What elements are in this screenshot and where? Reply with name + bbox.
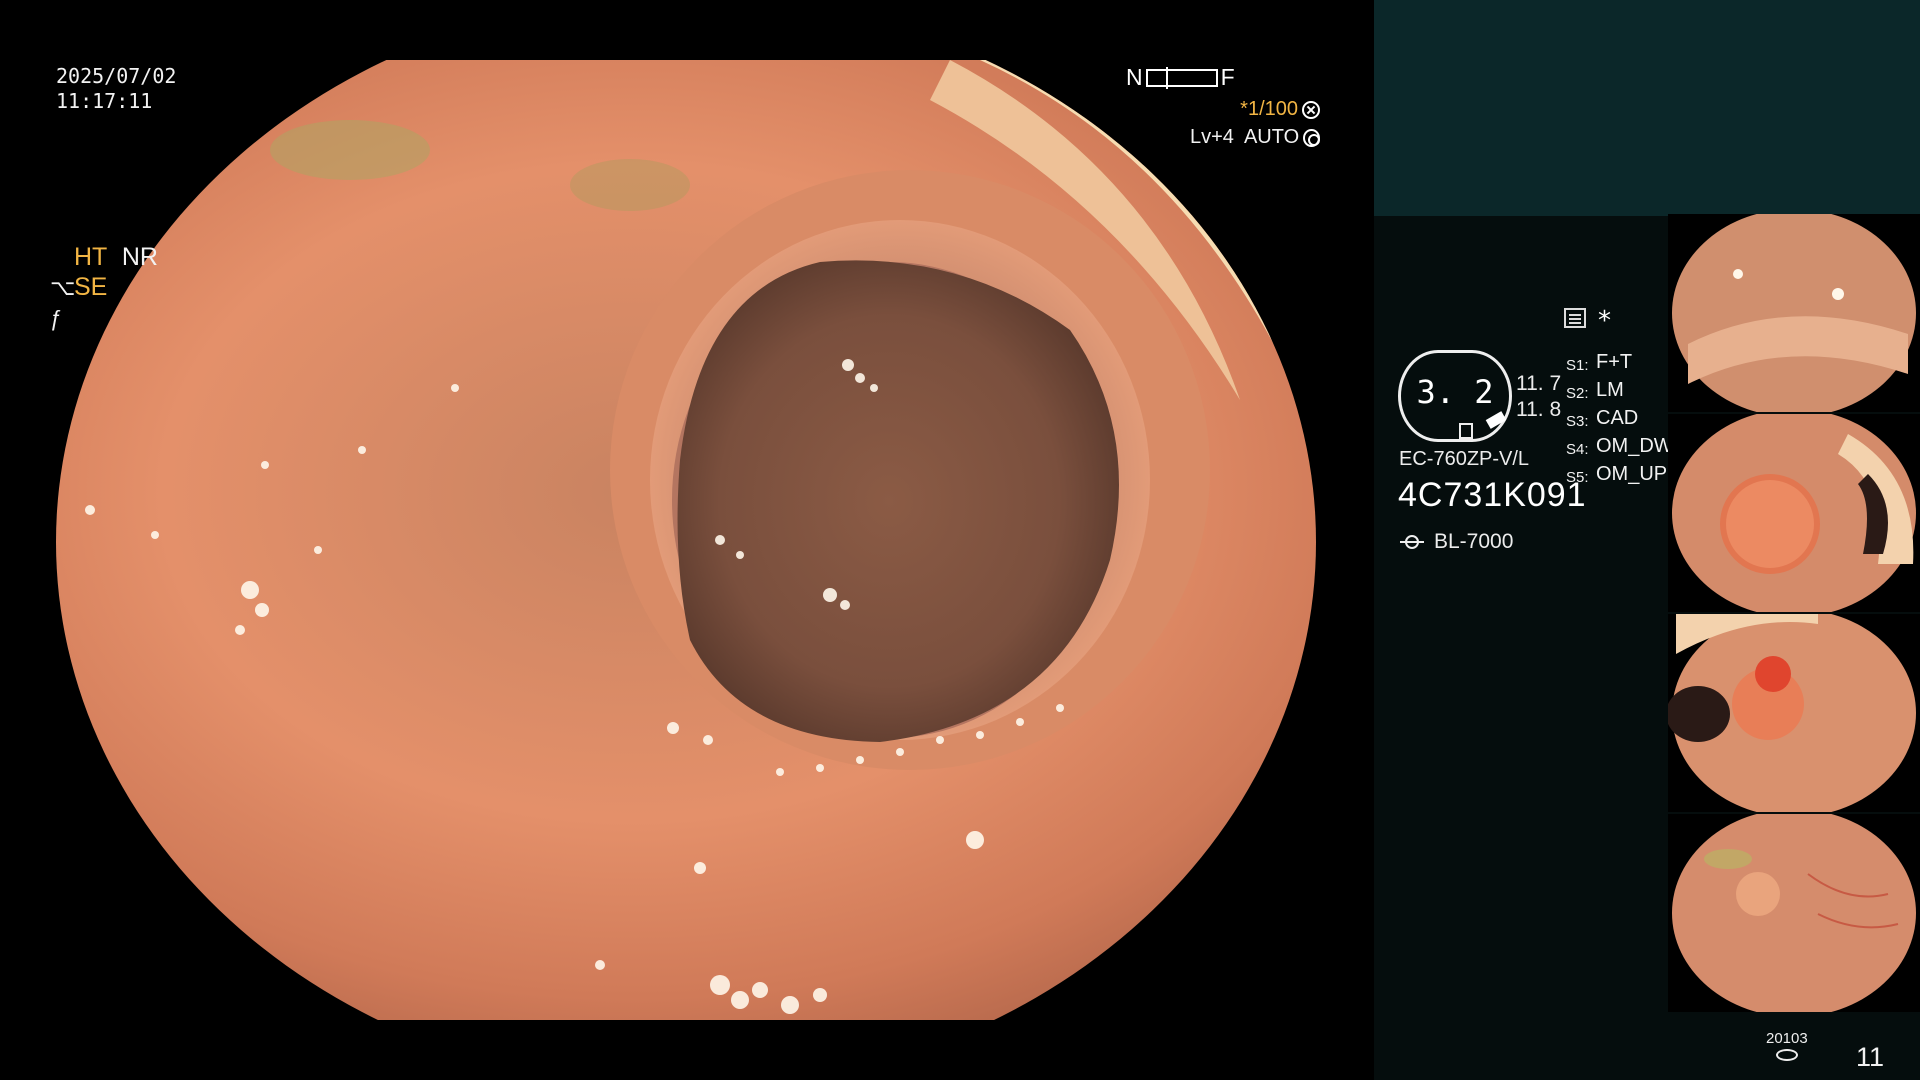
brightness-row: Lv+4 AUTO xyxy=(1190,126,1320,149)
settings-icon xyxy=(1564,308,1586,328)
zoom-indicator: 3. 2 xyxy=(1398,350,1512,442)
switch-item: S3: CAD xyxy=(1566,407,1639,430)
light-source-model: BL-7000 xyxy=(1434,530,1514,553)
scope-serial: 4C731K091 xyxy=(1398,476,1587,514)
shutter-speed-row: *1/100 xyxy=(1180,98,1320,121)
storage-label: 20103 xyxy=(1766,1030,1808,1047)
focus-bar xyxy=(1145,66,1218,89)
capture-time: 11:17:11 xyxy=(56,89,153,113)
iris-mode: AUTO xyxy=(1243,126,1300,148)
switch-item: S4: OM_DW xyxy=(1566,435,1673,458)
panel-header xyxy=(1374,0,1920,216)
storage-icon xyxy=(1775,1049,1798,1061)
switch-item: S1: F+T xyxy=(1566,351,1633,374)
capture-timestamp: 2025/07/02 11:17:11 xyxy=(56,64,176,114)
storage-indicator: 20103 xyxy=(1766,1030,1808,1061)
focus-indicator: N F xyxy=(1126,64,1235,91)
shutter-speed: *1/100 xyxy=(1240,98,1298,120)
color-mode-icon: ƒ xyxy=(50,306,63,331)
switch-item: S2: LM xyxy=(1566,379,1624,402)
brightness-level: Lv+4 xyxy=(1190,126,1234,148)
image-mode-flags: HT NR ⌥SE ƒ xyxy=(50,242,158,334)
scope-model: EC-760ZP-V/L xyxy=(1399,448,1530,470)
endoscopic-image xyxy=(56,60,1316,1020)
capture-date: 2025/07/02 xyxy=(56,64,177,88)
light-source-icon xyxy=(1400,530,1424,554)
thumbnail-image[interactable] xyxy=(1668,814,1920,1012)
endoscope-view: 2025/07/02 11:17:11 N F *1/100 Lv+4 AUTO xyxy=(0,0,1374,1080)
image-count: 11 xyxy=(1856,1042,1885,1072)
nr-flag: NR xyxy=(121,243,158,271)
se-flag: SE xyxy=(74,273,108,301)
aperture-icon xyxy=(1302,100,1320,119)
reading-b: 11. 8 xyxy=(1516,398,1562,421)
structure-enhance-icon: ⌥ xyxy=(50,275,76,300)
zoom-mark xyxy=(1459,423,1473,439)
focus-far-label: F xyxy=(1220,64,1235,90)
thumbnail-image[interactable] xyxy=(1668,214,1920,412)
focus-near-label: N xyxy=(1126,64,1143,90)
reading-a: 11. 7 xyxy=(1516,372,1562,395)
light-source-row: BL-7000 xyxy=(1400,530,1513,554)
thumbnail-image[interactable] xyxy=(1668,414,1920,612)
auto-iris-icon xyxy=(1303,128,1320,147)
marker-asterisk: * xyxy=(1598,306,1611,336)
scope-switch-list: S1: F+T S2: LM S3: CAD S4: OM_DW S5: OM_UP xyxy=(1566,350,1673,490)
ht-flag: HT xyxy=(74,243,107,271)
thumbnail-image[interactable] xyxy=(1668,614,1920,812)
zoom-value: 3. 2 xyxy=(1416,373,1494,411)
